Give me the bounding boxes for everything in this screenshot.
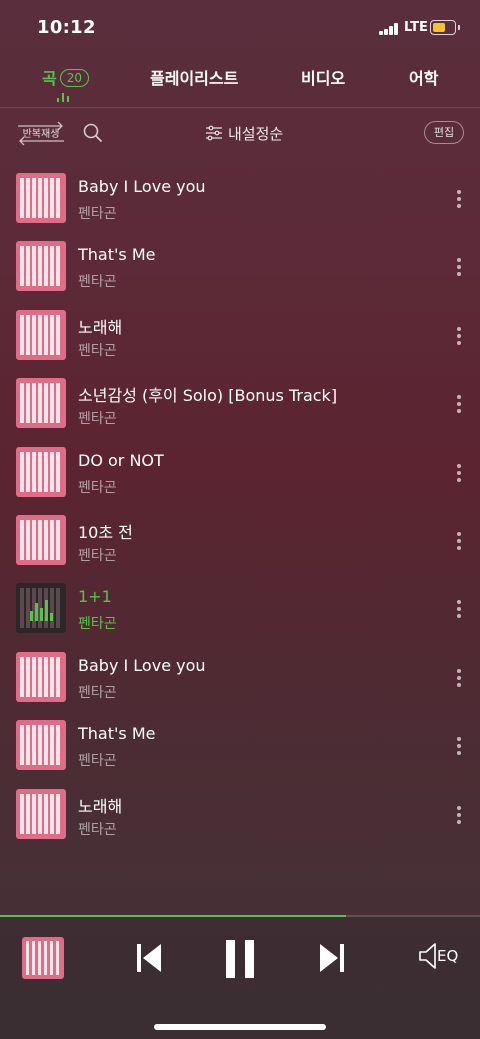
playing-equalizer-icon — [30, 597, 54, 622]
battery-icon — [430, 20, 456, 35]
sort-filter-icon — [206, 125, 222, 141]
song-artist: 펜타곤 — [78, 274, 117, 291]
song-title: Baby I Love you — [78, 655, 206, 675]
song-row[interactable]: 노래해펜타곤 — [0, 303, 480, 371]
list-toolbar: 반복재생 내설정순 편집 — [0, 108, 480, 158]
more-options-icon[interactable] — [452, 735, 466, 757]
song-row[interactable]: 10초 전펜타곤 — [0, 508, 480, 576]
network-label: LTE — [404, 20, 428, 35]
album-art — [16, 241, 66, 292]
song-artist: 펜타곤 — [78, 479, 117, 496]
next-icon — [320, 944, 344, 972]
pause-icon — [226, 940, 254, 978]
song-row[interactable]: 노래해펜타곤 — [0, 782, 480, 850]
speaker-eq-icon — [419, 943, 436, 969]
status-bar: 10:12 LTE — [0, 0, 480, 56]
home-indicator[interactable] — [154, 1024, 326, 1030]
song-artist: 펜타곤 — [78, 342, 117, 359]
eq-label: EQ — [437, 947, 459, 965]
song-title: 1+1 — [78, 587, 112, 607]
song-artist: 펜타곤 — [78, 411, 117, 428]
song-row[interactable]: Baby I Love you 펜타곤 — [0, 166, 480, 234]
song-title: 소년감성 (후이 Solo) [Bonus Track] — [78, 386, 338, 406]
song-artist: 펜타곤 — [78, 753, 117, 770]
battery-cap — [458, 25, 460, 30]
tab-language-label: 어학 — [409, 69, 439, 88]
song-row[interactable]: Baby I Love you 펜타곤 — [0, 645, 480, 713]
sort-label: 내설정순 — [228, 124, 284, 143]
tab-language[interactable]: 어학 — [409, 65, 438, 89]
song-artist: 펜타곤 — [78, 206, 117, 222]
more-options-icon[interactable] — [452, 325, 466, 347]
more-options-icon[interactable] — [452, 256, 466, 278]
repeat-button[interactable]: 반복재생 — [16, 119, 66, 146]
pause-button[interactable] — [224, 939, 256, 983]
song-row[interactable]: That's Me 펜타곤 — [0, 713, 480, 781]
album-art — [16, 514, 66, 565]
mini-player: EQ — [0, 917, 480, 1039]
album-art — [16, 583, 66, 634]
edit-button[interactable]: 편집 — [424, 121, 464, 144]
more-options-icon[interactable] — [452, 530, 466, 552]
more-options-icon[interactable] — [452, 188, 466, 210]
song-row[interactable]: 1+1 펜타곤 — [0, 576, 480, 644]
now-playing-album-art[interactable] — [22, 937, 64, 979]
more-options-icon[interactable] — [452, 393, 466, 415]
album-art — [16, 173, 66, 223]
song-artist: 펜타곤 — [78, 616, 117, 633]
album-art — [16, 788, 66, 839]
tab-video-label: 비디오 — [301, 69, 346, 88]
status-time: 10:12 — [37, 17, 96, 38]
tab-playlist-label: 플레이리스트 — [150, 69, 239, 88]
tab-playlist[interactable]: 플레이리스트 — [150, 65, 238, 89]
song-title: That's Me — [78, 245, 156, 265]
album-art — [16, 720, 66, 771]
sort-button[interactable]: 내설정순 — [205, 121, 283, 145]
song-title: Baby I Love you — [78, 177, 206, 196]
album-art — [16, 378, 66, 429]
song-list: Baby I Love you 펜타곤 That's Me 펜타곤 노래해 펜타곤 소년감성… — [0, 166, 480, 850]
tab-songs[interactable]: 곡 20 — [42, 65, 90, 89]
eq-button[interactable]: EQ — [418, 941, 458, 971]
song-row[interactable]: That's Me 펜타곤 — [0, 234, 480, 302]
tab-video[interactable]: 비디오 — [301, 65, 345, 89]
more-options-icon[interactable] — [452, 667, 466, 689]
search-icon — [83, 123, 103, 143]
album-art — [16, 651, 66, 702]
now-playing-indicator-icon — [57, 93, 71, 102]
previous-button[interactable] — [135, 939, 163, 981]
song-row[interactable]: DO or NOT 펜타곤 — [0, 440, 480, 508]
song-artist: 펜타곤 — [78, 547, 117, 564]
song-artist: 펜타곤 — [78, 684, 117, 701]
more-options-icon[interactable] — [452, 462, 466, 484]
search-button[interactable] — [82, 122, 104, 144]
repeat-label: 반복재생 — [22, 129, 60, 140]
signal-icon — [379, 23, 399, 35]
song-title: 10초 전 — [78, 522, 133, 542]
song-title: 노래해 — [78, 796, 123, 816]
song-title: 노래해 — [78, 317, 123, 337]
song-row[interactable]: 소년감성 (후이 Solo) [Bonus Track] 펜타곤 — [0, 371, 480, 439]
song-artist: 펜타곤 — [78, 821, 117, 838]
next-button[interactable] — [318, 939, 346, 981]
tab-songs-count: 20 — [59, 69, 90, 87]
more-options-icon[interactable] — [452, 804, 466, 826]
more-options-icon[interactable] — [452, 598, 466, 620]
song-title: DO or NOT — [78, 450, 164, 470]
tab-bar: 곡 20 플레이리스트 비디오 어학 — [0, 62, 480, 108]
previous-icon — [137, 944, 161, 972]
song-title: That's Me — [78, 724, 156, 744]
album-art — [16, 309, 66, 360]
tab-songs-label: 곡 — [42, 69, 57, 88]
album-art — [16, 446, 66, 497]
